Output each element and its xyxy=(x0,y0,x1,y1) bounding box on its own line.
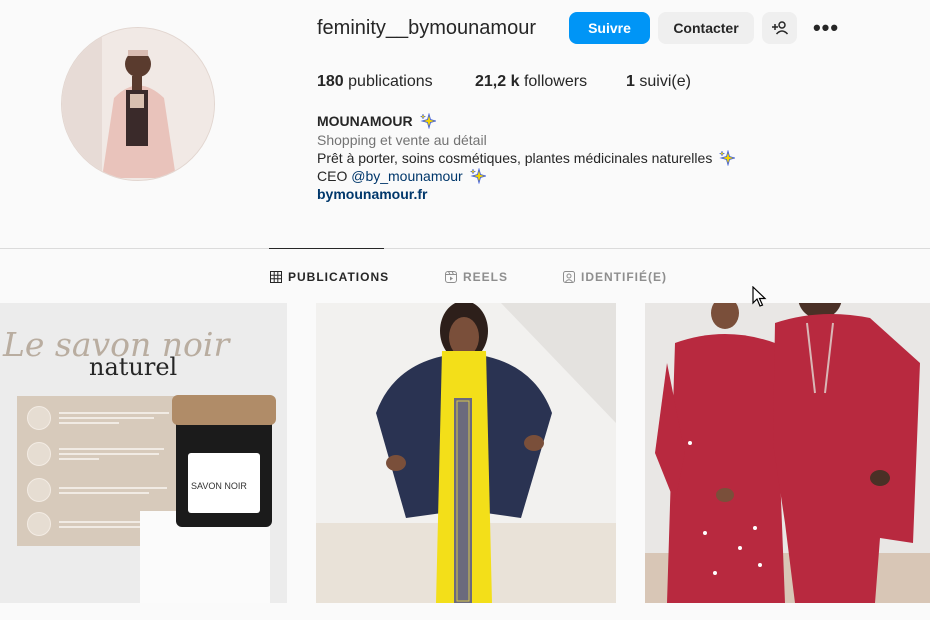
posts-count: 180 xyxy=(317,73,344,90)
product-jar-lid xyxy=(172,395,276,425)
benefit-item xyxy=(27,476,167,504)
tagged-icon xyxy=(563,271,575,283)
avatar-photo xyxy=(62,28,214,180)
following-count: 1 xyxy=(626,73,635,90)
face-icon xyxy=(27,478,51,502)
benefit-item xyxy=(27,440,164,468)
profile-avatar[interactable] xyxy=(61,27,215,181)
face-icon xyxy=(27,512,51,536)
tab-label: IDENTIFIÉ(E) xyxy=(581,270,667,284)
following-label: suivi(e) xyxy=(639,73,691,90)
active-tab-indicator xyxy=(269,248,384,249)
tab-tagged[interactable]: IDENTIFIÉ(E) xyxy=(563,268,667,286)
grid-icon xyxy=(270,271,282,283)
bio-description-text: Prêt à porter, soins cosmétiques, plante… xyxy=(317,150,713,166)
post-thumbnail[interactable] xyxy=(316,303,616,603)
followers-count: 21,2 k xyxy=(475,73,520,90)
follow-button[interactable]: Suivre xyxy=(569,12,650,44)
bio-name: MOUNAMOUR xyxy=(317,112,436,130)
contact-button[interactable]: Contacter xyxy=(658,12,754,44)
face-icon xyxy=(27,442,51,466)
bio-category: Shopping et vente au détail xyxy=(317,132,487,148)
mouse-cursor-icon xyxy=(752,286,767,307)
bio-ceo: CEO @by_mounamour xyxy=(317,167,486,185)
tabs-divider xyxy=(0,248,930,249)
sparkle-icon xyxy=(469,168,486,184)
sparkle-icon xyxy=(719,150,736,166)
website-link[interactable]: bymounamour.fr xyxy=(317,185,427,203)
post-photo xyxy=(645,303,930,603)
reels-icon xyxy=(445,271,457,283)
tab-reels[interactable]: REELS xyxy=(445,268,508,286)
followers-stat[interactable]: 21,2 k followers xyxy=(475,73,587,91)
suggest-user-button[interactable] xyxy=(762,12,797,44)
add-user-icon xyxy=(771,21,788,35)
followers-label: followers xyxy=(523,73,588,90)
post-subtitle: naturel xyxy=(89,353,178,381)
sparkle-icon xyxy=(419,113,436,129)
posts-stat: 180 publications xyxy=(317,73,433,91)
benefit-item xyxy=(27,404,169,432)
ceo-handle-link[interactable]: @by_mounamour xyxy=(351,168,463,184)
product-label-text: SAVON NOIR xyxy=(191,481,247,491)
bio-ceo-prefix: CEO xyxy=(317,168,352,184)
face-icon xyxy=(27,406,51,430)
post-thumbnail[interactable] xyxy=(645,303,930,603)
tab-label: PUBLICATIONS xyxy=(288,270,390,284)
tab-publications[interactable]: PUBLICATIONS xyxy=(270,268,389,286)
more-options-button[interactable]: ••• xyxy=(809,12,843,44)
bio-name-text: MOUNAMOUR xyxy=(317,113,413,129)
profile-username: feminity__bymounamour xyxy=(317,17,536,39)
following-stat[interactable]: 1 suivi(e) xyxy=(626,73,691,91)
post-thumbnail[interactable]: Le savon noir naturel SAVON NOIR xyxy=(0,303,287,603)
bio-description: Prêt à porter, soins cosmétiques, plante… xyxy=(317,149,736,167)
posts-label: publications xyxy=(348,73,433,90)
more-icon: ••• xyxy=(812,15,840,40)
post-photo xyxy=(316,303,616,603)
tab-label: REELS xyxy=(463,270,509,284)
